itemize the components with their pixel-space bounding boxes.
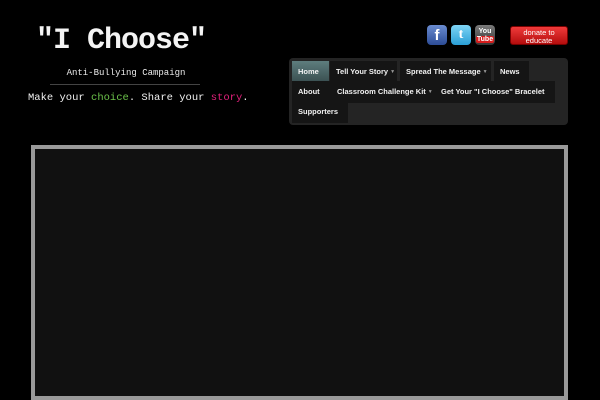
featured-content-area (31, 145, 568, 400)
logo-title[interactable]: "I Choose" (36, 24, 216, 58)
nav-item-get-your-bracelet[interactable]: Get Your "I Choose" Bracelet (435, 81, 555, 103)
nav-item-label: Supporters (298, 107, 339, 116)
nav-item-label: Home (298, 67, 319, 76)
dropdown-arrow-icon: ▼ (482, 69, 488, 76)
main-navigation: Home Tell Your Story ▼ Spread The Message… (289, 58, 568, 125)
tagline-part1: Make your (28, 92, 92, 104)
tagline-story: story (210, 92, 243, 104)
youtube-icon[interactable]: You Tube (475, 25, 495, 45)
nav-item-classroom-challenge-kit[interactable]: Classroom Challenge Kit ▼ (331, 81, 435, 103)
nav-item-label: News (500, 67, 520, 76)
nav-item-tell-your-story[interactable]: Tell Your Story ▼ (330, 61, 397, 83)
tagline-part2: . Share your (128, 92, 211, 104)
logo-divider (50, 84, 200, 85)
nav-item-supporters[interactable]: Supporters (292, 101, 348, 123)
nav-item-home[interactable]: Home (292, 61, 329, 83)
tagline: Make your choice. Share your story. (28, 92, 249, 104)
dropdown-arrow-icon: ▼ (427, 89, 433, 96)
twitter-letter: t (458, 27, 464, 42)
nav-item-spread-the-message[interactable]: Spread The Message ▼ (400, 61, 491, 83)
dropdown-arrow-icon: ▼ (390, 69, 396, 76)
nav-item-news[interactable]: News (494, 61, 529, 83)
youtube-tube: Tube (475, 35, 495, 43)
nav-item-label: Classroom Challenge Kit (337, 87, 426, 96)
twitter-icon[interactable]: t (451, 25, 471, 45)
nav-item-label: Tell Your Story (336, 67, 389, 76)
nav-item-label: Get Your "I Choose" Bracelet (441, 87, 545, 96)
youtube-you: You (478, 27, 492, 35)
tagline-choice: choice (91, 92, 129, 104)
facebook-icon[interactable]: f (427, 25, 447, 45)
tagline-part3: . (242, 92, 249, 104)
nav-item-about[interactable]: About (292, 81, 331, 103)
donate-line2: educate (525, 36, 553, 45)
donate-button[interactable]: donate to educate (510, 26, 568, 45)
nav-item-label: Spread The Message (406, 67, 481, 76)
social-links: f t You Tube (427, 25, 495, 45)
logo-subtitle: Anti-Bullying Campaign (66, 68, 186, 78)
facebook-letter: f (434, 26, 440, 44)
nav-item-label: About (298, 87, 320, 96)
